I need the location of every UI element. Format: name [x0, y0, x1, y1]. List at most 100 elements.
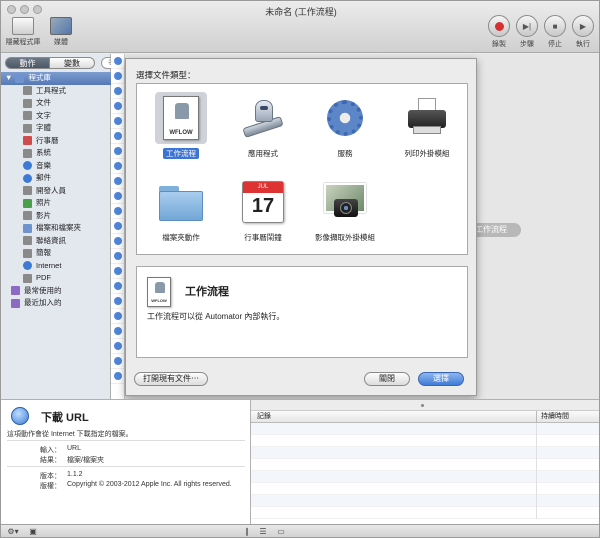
action-row[interactable]	[111, 339, 124, 354]
doc-type-image-capture-plugin[interactable]: 影像擷取外掛模組	[305, 176, 385, 243]
music-icon	[23, 161, 32, 171]
action-row[interactable]	[111, 129, 124, 144]
doc-type-workflow[interactable]: WFLOW 工作流程	[141, 92, 221, 159]
library-item-system[interactable]: 系統	[1, 147, 111, 160]
photo-icon	[23, 198, 32, 208]
flow-view-icon[interactable]: ▭	[273, 527, 289, 537]
font-icon	[23, 123, 32, 133]
info-result-row: 結果： 檔案/檔案夾	[9, 455, 249, 465]
library-item-utilities[interactable]: 工具程式	[1, 85, 111, 98]
record-button[interactable]: 錄製	[485, 15, 513, 49]
info-key: 輸入：	[40, 447, 61, 454]
step-button[interactable]: ▶︎| 步驟	[513, 15, 541, 49]
action-row[interactable]	[111, 309, 124, 324]
split-handle-icon[interactable]: ∥	[239, 527, 255, 537]
log-splitter[interactable]	[251, 399, 599, 411]
library-item-label: 影片	[36, 210, 51, 220]
library-item-internet[interactable]: Internet	[1, 260, 111, 273]
library-tree: ▼ 程式庫 工具程式 文件 文字 字體 行事曆 系統 音樂 郵件 開發人員 照片…	[1, 72, 111, 310]
action-row[interactable]	[111, 324, 124, 339]
library-item-label: 郵件	[36, 173, 51, 182]
document-icon	[23, 98, 32, 108]
doc-type-application[interactable]: 應用程式	[223, 92, 303, 159]
action-row[interactable]	[111, 264, 124, 279]
library-item-fonts[interactable]: 字體	[1, 122, 111, 135]
action-row[interactable]	[111, 69, 124, 84]
library-item-contacts[interactable]: 聯絡資訊	[1, 235, 111, 248]
tab-variables[interactable]: 變數	[50, 57, 95, 69]
library-root[interactable]: ▼ 程式庫	[1, 72, 111, 85]
action-row[interactable]	[111, 294, 124, 309]
status-bar: ⚙▾ ▣ ∥ ☰ ▭	[1, 524, 599, 537]
mail-icon	[23, 173, 32, 183]
info-key: 結果：	[40, 457, 61, 464]
library-item-developer[interactable]: 開發人員	[1, 185, 111, 198]
log-row	[251, 423, 599, 435]
action-row[interactable]	[111, 204, 124, 219]
action-row[interactable]	[111, 144, 124, 159]
doc-type-service[interactable]: 服務	[305, 92, 385, 159]
gear-menu-icon[interactable]: ⚙▾	[5, 527, 21, 537]
log-column-header[interactable]: 記錄	[257, 411, 271, 423]
action-row[interactable]	[111, 219, 124, 234]
stop-button[interactable]: ■ 停止	[541, 15, 569, 49]
library-item-recently-added[interactable]: 最近加入的	[1, 297, 111, 310]
action-row[interactable]	[111, 369, 124, 384]
doc-type-calendar-alarm[interactable]: JUL 17 行事曆鬧鐘	[223, 176, 303, 243]
document-type-description: WFLOW 工作流程 工作流程可以從 Automator 內部執行。	[136, 266, 468, 358]
action-row[interactable]	[111, 279, 124, 294]
action-row[interactable]	[111, 174, 124, 189]
run-button[interactable]: ▶ 執行	[569, 15, 597, 49]
library-item-photos[interactable]: 照片	[1, 197, 111, 210]
action-row[interactable]	[111, 159, 124, 174]
library-item-movies[interactable]: 影片	[1, 210, 111, 223]
doc-type-print-plugin[interactable]: 列印外掛模組	[387, 92, 467, 159]
action-row[interactable]	[111, 234, 124, 249]
library-item-files-folders[interactable]: 檔案和檔案夾	[1, 222, 111, 235]
action-row[interactable]	[111, 54, 124, 69]
library-item-label: 文件	[36, 98, 51, 107]
calendar-icon	[23, 136, 32, 146]
library-item-text[interactable]: 文字	[1, 110, 111, 123]
action-row[interactable]	[111, 354, 124, 369]
workflow-document-icon: WFLOW	[147, 277, 171, 307]
library-item-presentations[interactable]: 簡報	[1, 247, 111, 260]
close-button[interactable]: 關閉	[364, 372, 410, 386]
contacts-icon	[23, 236, 32, 246]
list-view-icon[interactable]: ☰	[255, 527, 271, 537]
camera-icon	[322, 181, 368, 223]
library-item-calendar[interactable]: 行事曆	[1, 135, 111, 148]
info-value: 1.1.2	[67, 471, 83, 478]
automator-robot-icon	[241, 96, 285, 140]
pdf-icon	[23, 273, 32, 283]
library-item-documents[interactable]: 文件	[1, 97, 111, 110]
description-toggle-icon[interactable]: ▣	[25, 527, 41, 537]
library-item-pdf[interactable]: PDF	[1, 272, 111, 285]
tab-actions[interactable]: 動作	[5, 57, 50, 69]
library-icon	[12, 17, 34, 35]
smart-folder-icon	[11, 286, 20, 296]
action-row[interactable]	[111, 249, 124, 264]
doc-type-label: 影像擷取外掛模組	[315, 233, 375, 242]
media-button[interactable]: 媒體	[41, 17, 81, 47]
choose-button[interactable]: 選擇	[418, 372, 464, 386]
action-row[interactable]	[111, 99, 124, 114]
action-row[interactable]	[111, 84, 124, 99]
duration-column-header[interactable]: 持續時間	[536, 411, 569, 423]
open-existing-document-button[interactable]: 打開現有文件⋯	[134, 372, 208, 386]
description-title: 工作流程	[185, 286, 229, 298]
log-row	[251, 471, 599, 483]
library-item-music[interactable]: 音樂	[1, 160, 111, 173]
stop-icon: ■	[544, 15, 566, 37]
toolbar: 未命名 (工作流程) 隱藏程式庫 媒體 錄製 ▶︎| 步驟 ■ 停止 ▶ 執行	[1, 1, 599, 53]
smart-folder-icon	[11, 298, 20, 308]
doc-type-folder-action[interactable]: 檔案夾動作	[141, 176, 221, 243]
library-item-label: 最常使用的	[24, 285, 62, 295]
hide-library-button[interactable]: 隱藏程式庫	[3, 17, 43, 47]
library-item-mail[interactable]: 郵件	[1, 172, 111, 185]
library-item-most-used[interactable]: 最常使用的	[1, 285, 111, 298]
action-row[interactable]	[111, 189, 124, 204]
printer-icon	[405, 96, 449, 140]
log-row	[251, 483, 599, 495]
action-row[interactable]	[111, 114, 124, 129]
